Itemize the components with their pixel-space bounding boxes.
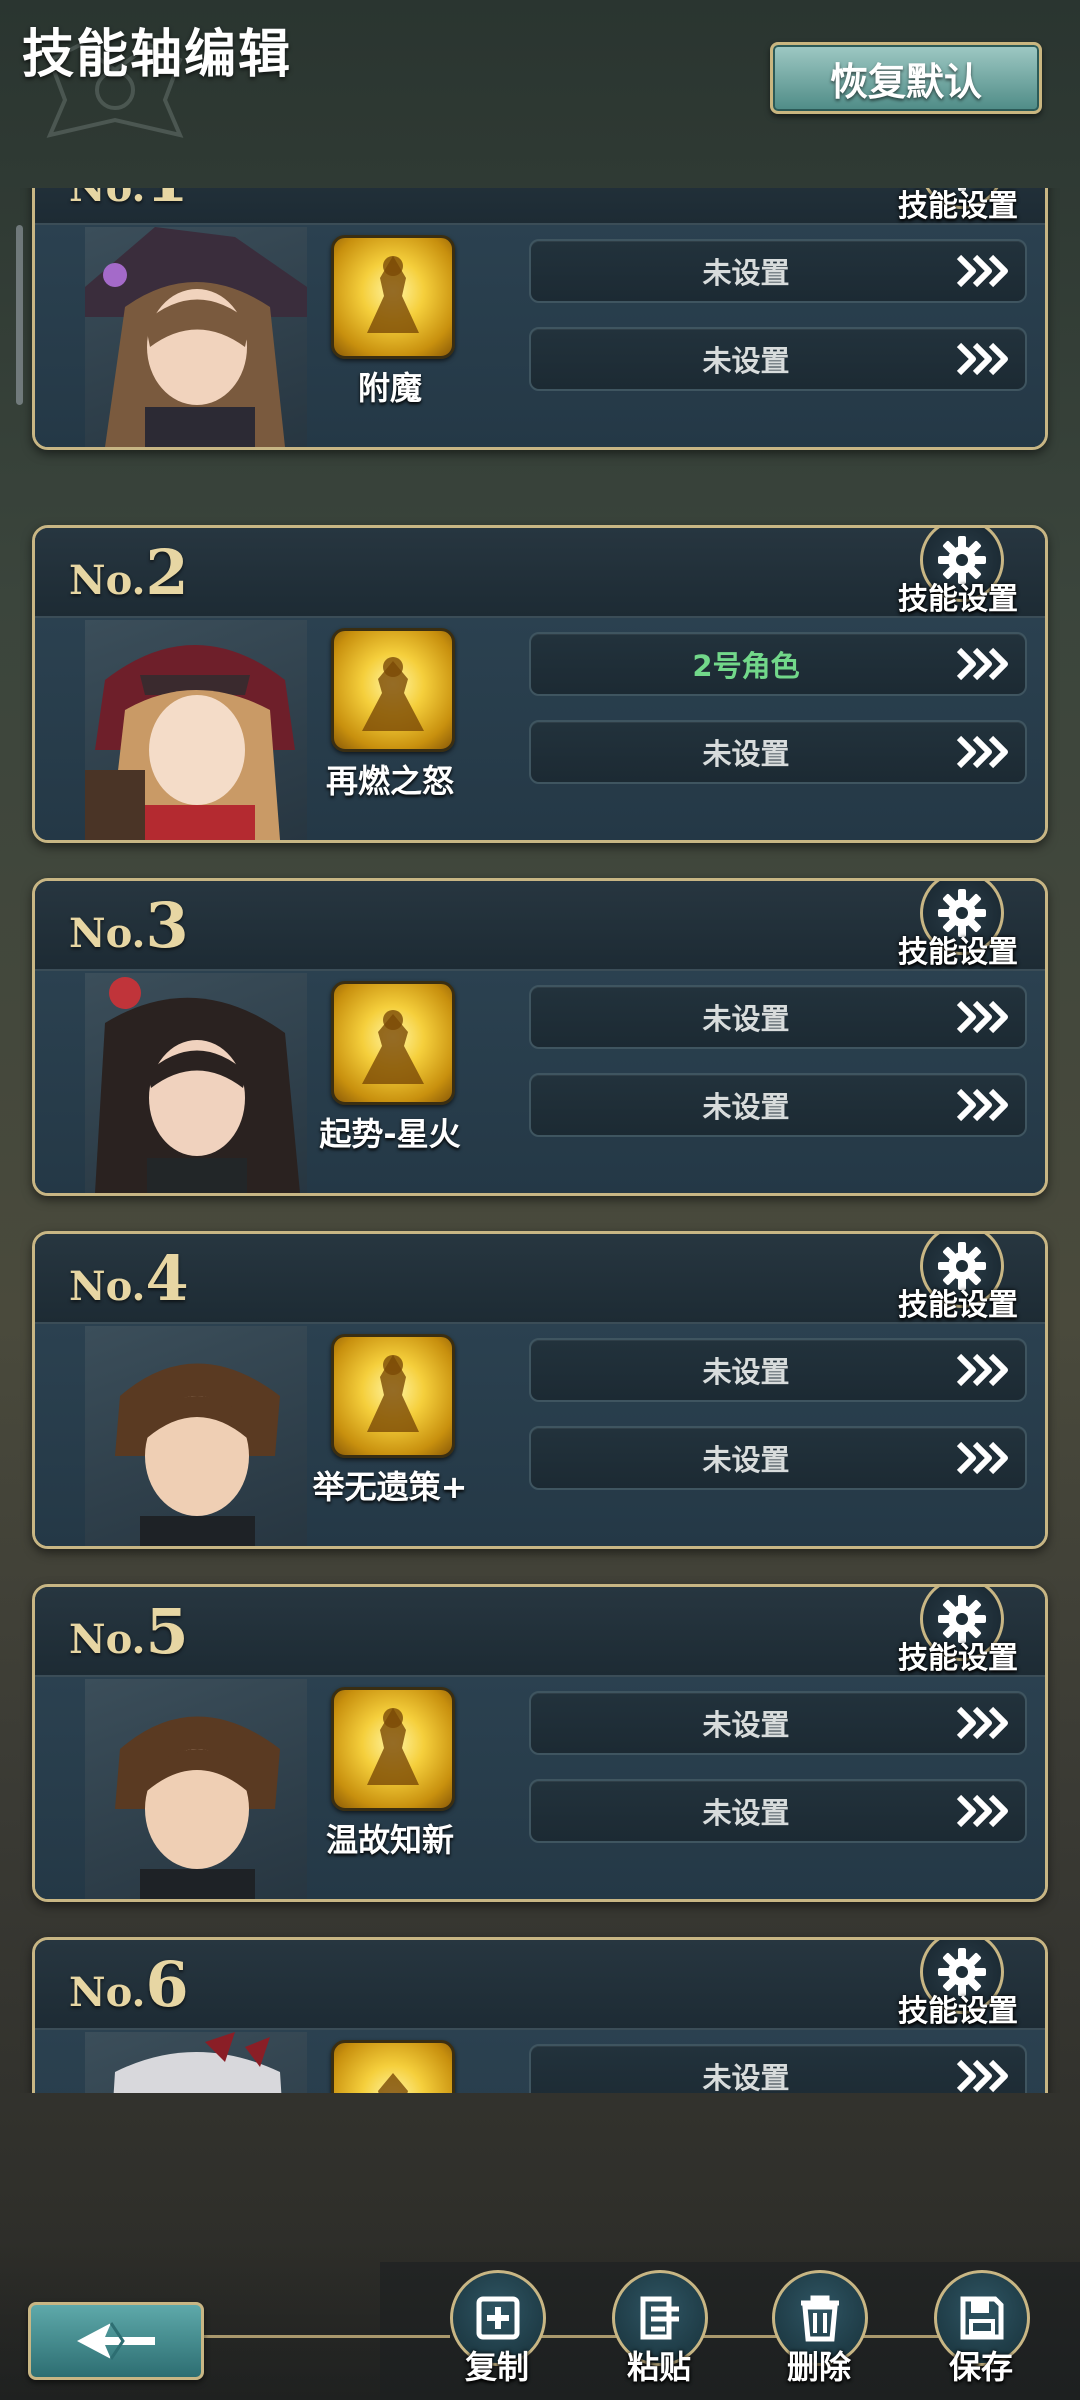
character-portrait[interactable] [85, 1679, 307, 1899]
character-portrait[interactable] [85, 1326, 307, 1546]
reset-default-button[interactable]: 恢复默认 [770, 42, 1042, 114]
skill-settings-button[interactable]: 技能设置 [893, 1587, 1023, 1677]
skill-icon[interactable] [331, 1334, 455, 1458]
skill-slot-1[interactable]: 2号角色 [529, 632, 1027, 696]
skill-card: No.5 技能设置 温故知新 未设置 未设置 [32, 1584, 1048, 1902]
card-number: No.5 [69, 1595, 189, 1668]
triple-chevron-right-icon [956, 1706, 1008, 1740]
skill-slot-2[interactable]: 未设置 [529, 720, 1027, 784]
triple-chevron-right-icon [956, 647, 1008, 681]
skill-settings-button[interactable]: 技能设置 [893, 1940, 1023, 2030]
back-button[interactable] [28, 2302, 204, 2380]
skill-settings-button[interactable]: 技能设置 [893, 528, 1023, 618]
skill-card: No.3 技能设置 起势-星火 未设置 未设置 [32, 878, 1048, 1196]
card-number: No.3 [69, 889, 189, 962]
skill-slot-1[interactable]: 未设置 [529, 985, 1027, 1049]
skill-card: No.4 技能设置 举无遗策+ 未设置 未设置 [32, 1231, 1048, 1549]
header: 技能轴编辑 恢复默认 [0, 0, 1080, 160]
skill-slot-2[interactable]: 未设置 [529, 327, 1027, 391]
skill-name: 举无遗策+ [312, 1468, 468, 1506]
triple-chevron-right-icon [956, 254, 1008, 288]
divider [200, 2335, 450, 2338]
card-number: No.1 [69, 188, 189, 216]
page-title: 技能轴编辑 [22, 25, 293, 85]
triple-chevron-right-icon [956, 342, 1008, 376]
skill-name: 附魔 [357, 369, 422, 407]
save-button[interactable]: 保存 [926, 2266, 1036, 2396]
skill-name: 再燃之怒 [325, 762, 454, 800]
skill-settings-button[interactable]: 技能设置 [893, 881, 1023, 971]
character-portrait[interactable] [85, 2032, 307, 2093]
card-number: No.2 [69, 536, 189, 609]
triple-chevron-right-icon [956, 1088, 1008, 1122]
skill-icon[interactable] [331, 981, 455, 1105]
triple-chevron-right-icon [956, 1000, 1008, 1034]
skill-slot-1[interactable]: 未设置 [529, 1338, 1027, 1402]
skill-icon[interactable] [331, 2040, 455, 2093]
character-portrait[interactable] [85, 227, 307, 447]
card-number: No.6 [69, 1948, 189, 2021]
character-portrait[interactable] [85, 973, 307, 1193]
copy-button[interactable]: 复制 [442, 2266, 552, 2396]
skill-card-list[interactable]: No.1 技能设置 附魔 未设置 未设置 [0, 188, 1080, 2093]
character-portrait[interactable] [85, 620, 307, 840]
skill-icon[interactable] [331, 1687, 455, 1811]
skill-card: No.6 技能设置 未设置 [32, 1937, 1048, 2093]
triple-chevron-right-icon [956, 735, 1008, 769]
skill-card: No.2 技能设置 再燃之怒 2号角色 未设置 [32, 525, 1048, 843]
skill-slot-1[interactable]: 未设置 [529, 239, 1027, 303]
back-arrow-icon [77, 2322, 155, 2360]
skill-card: No.1 技能设置 附魔 未设置 未设置 [32, 188, 1048, 450]
delete-button[interactable]: 删除 [764, 2266, 874, 2396]
skill-name: 起势-星火 [319, 1115, 461, 1153]
triple-chevron-right-icon [956, 2059, 1008, 2093]
triple-chevron-right-icon [956, 1441, 1008, 1475]
card-number: No.4 [69, 1242, 189, 1315]
paste-button[interactable]: 粘贴 [604, 2266, 714, 2396]
skill-slot-2[interactable]: 未设置 [529, 1779, 1027, 1843]
skill-settings-button[interactable]: 技能设置 [893, 1234, 1023, 1324]
skill-slot-1[interactable]: 未设置 [529, 1691, 1027, 1755]
skill-slot-2[interactable]: 未设置 [529, 1073, 1027, 1137]
skill-slot-1[interactable]: 未设置 [529, 2044, 1027, 2093]
skill-icon[interactable] [331, 235, 455, 359]
skill-settings-button[interactable]: 技能设置 [893, 188, 1023, 225]
skill-slot-2[interactable]: 未设置 [529, 1426, 1027, 1490]
skill-name: 温故知新 [325, 1821, 454, 1859]
triple-chevron-right-icon [956, 1353, 1008, 1387]
triple-chevron-right-icon [956, 1794, 1008, 1828]
skill-icon[interactable] [331, 628, 455, 752]
